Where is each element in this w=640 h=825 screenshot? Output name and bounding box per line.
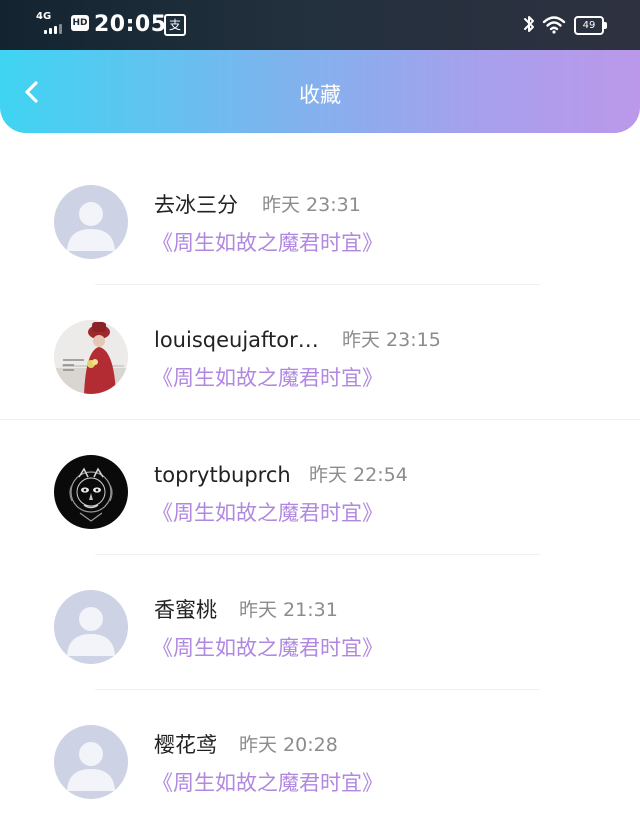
timestamp: 昨天 23:15 xyxy=(342,329,441,351)
favorite-link[interactable]: 《周生如故之魔君时宜》 xyxy=(152,769,383,797)
favorite-link[interactable]: 《周生如故之魔君时宜》 xyxy=(152,499,383,527)
list-item[interactable]: louisqeujaftor… 昨天 23:15 《周生如故之魔君时宜》 xyxy=(0,285,640,420)
list-item[interactable]: 香蜜桃 昨天 21:31 《周生如故之魔君时宜》 xyxy=(0,555,640,690)
avatar[interactable] xyxy=(54,320,128,394)
alipay-icon: 支 xyxy=(164,14,186,36)
list-item[interactable]: 樱花鸢 昨天 20:28 《周生如故之魔君时宜》 xyxy=(0,690,640,825)
user-name: louisqeujaftor… xyxy=(154,328,319,352)
page-title: 收藏 xyxy=(299,83,341,107)
app-header: 收藏 xyxy=(0,50,640,133)
list-item[interactable]: 去冰三分 昨天 23:31 《周生如故之魔君时宜》 xyxy=(0,150,640,285)
favorites-list: 去冰三分 昨天 23:31 《周生如故之魔君时宜》 louisqeujaftor… xyxy=(0,150,640,825)
timestamp: 昨天 20:28 xyxy=(239,734,338,756)
default-avatar-icon xyxy=(54,590,128,664)
user-name: 去冰三分 xyxy=(154,193,238,217)
timestamp: 昨天 23:31 xyxy=(262,194,361,216)
wifi-icon xyxy=(542,16,566,34)
bluetooth-icon xyxy=(524,16,534,32)
avatar[interactable] xyxy=(54,590,128,664)
user-name: 樱花鸢 xyxy=(154,733,217,757)
timestamp: 昨天 22:54 xyxy=(309,464,408,486)
avatar[interactable] xyxy=(54,455,128,529)
list-item[interactable]: toprytbuprch 昨天 22:54 《周生如故之魔君时宜》 xyxy=(0,420,640,555)
user-name: 香蜜桃 xyxy=(154,598,217,622)
timestamp: 昨天 21:31 xyxy=(239,599,338,621)
avatar[interactable] xyxy=(54,185,128,259)
cellular-signal-icon: 4G xyxy=(36,12,66,36)
hd-badge: HD xyxy=(71,15,89,31)
favorite-link[interactable]: 《周生如故之魔君时宜》 xyxy=(152,229,383,257)
avatar[interactable] xyxy=(54,725,128,799)
status-bar: 4G HD 20:05 支 49 xyxy=(0,0,640,50)
red-figure-avatar-icon xyxy=(54,320,128,394)
default-avatar-icon xyxy=(54,725,128,799)
favorite-link[interactable]: 《周生如故之魔君时宜》 xyxy=(152,364,383,392)
status-time: 20:05 xyxy=(94,12,167,37)
battery-indicator: 49 xyxy=(574,16,607,35)
network-type: 4G xyxy=(36,11,52,22)
favorite-link[interactable]: 《周生如故之魔君时宜》 xyxy=(152,634,383,662)
user-name: toprytbuprch xyxy=(154,463,291,487)
dark-mask-avatar-icon xyxy=(54,455,128,529)
default-avatar-icon xyxy=(54,185,128,259)
